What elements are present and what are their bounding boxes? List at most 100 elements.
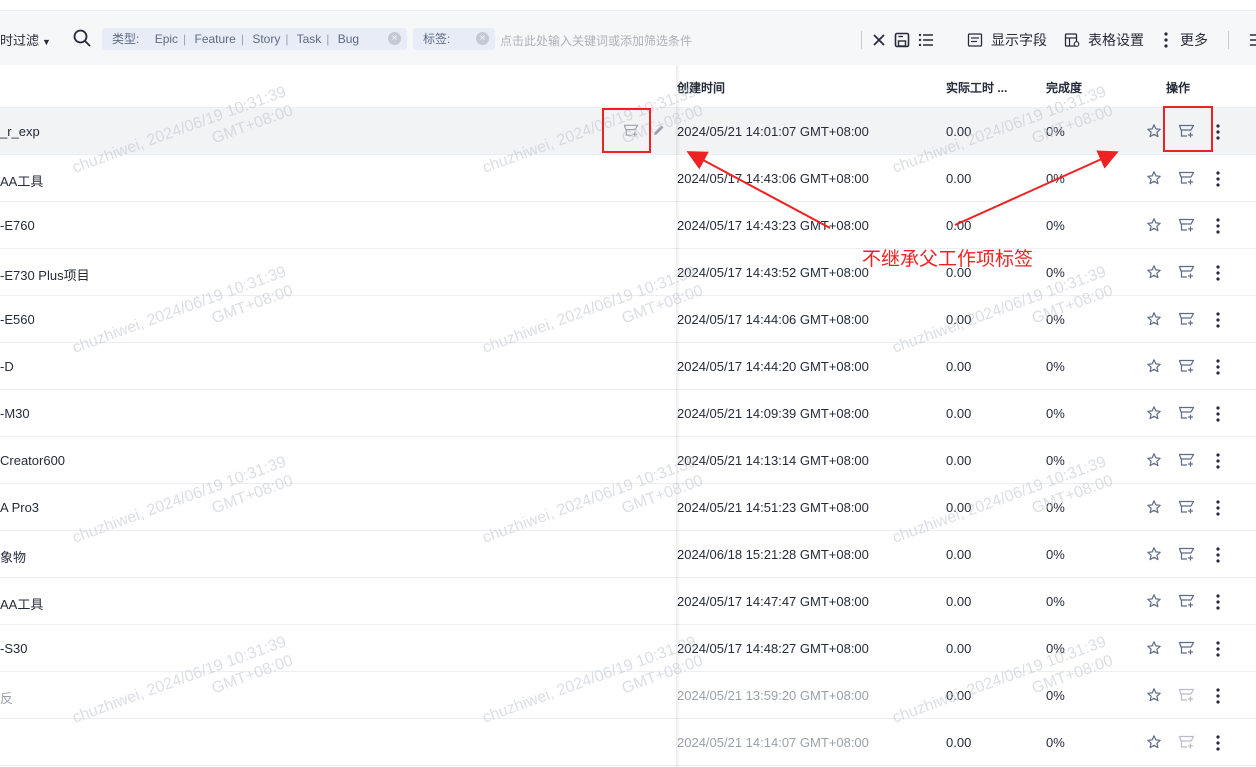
- list-icon[interactable]: [917, 31, 935, 49]
- add-tag-icon[interactable]: [1178, 405, 1195, 421]
- add-tag-icon[interactable]: [1178, 499, 1195, 515]
- row-actual-hours: 0.00: [946, 688, 972, 703]
- more-vertical-icon[interactable]: [1212, 123, 1224, 141]
- add-tag-icon[interactable]: [1178, 452, 1195, 468]
- col-actual-hours-header[interactable]: 实际工时 ...: [946, 79, 1007, 96]
- row-title[interactable]: -E730 Plus项目: [0, 265, 90, 284]
- show-fields-button[interactable]: 显示字段: [967, 30, 1047, 50]
- search-icon[interactable]: [72, 28, 92, 48]
- add-tag-icon[interactable]: [1178, 640, 1195, 656]
- star-icon[interactable]: [1146, 123, 1162, 139]
- annotation-highlight-box: [602, 108, 651, 153]
- table-row[interactable]: 象物 2024/06/18 15:21:28 GMT+08:00 0.00 0%: [0, 531, 1256, 578]
- more-vertical-icon[interactable]: [1212, 640, 1224, 658]
- row-created-time: 2024/05/17 14:47:47 GMT+08:00: [677, 594, 869, 609]
- table-row[interactable]: -M30 2024/05/21 14:09:39 GMT+08:00 0.00 0%: [0, 390, 1256, 437]
- add-tag-icon[interactable]: [1178, 311, 1195, 327]
- type-filter-chip[interactable]: 类型: Epic | Feature | Story | Task | Bug ×: [102, 28, 407, 50]
- row-title[interactable]: -E560: [0, 312, 35, 327]
- add-tag-icon[interactable]: [1178, 170, 1195, 186]
- row-title[interactable]: 象物: [0, 547, 26, 566]
- table-row[interactable]: -D 2024/05/17 14:44:20 GMT+08:00 0.00 0%: [0, 343, 1256, 390]
- row-title[interactable]: Creator600: [0, 453, 65, 468]
- star-icon[interactable]: [1146, 687, 1162, 703]
- row-progress: 0%: [1046, 312, 1065, 327]
- add-tag-icon[interactable]: [1178, 264, 1195, 280]
- row-progress: 0%: [1046, 547, 1065, 562]
- row-title[interactable]: _r_exp: [0, 124, 40, 139]
- more-vertical-icon[interactable]: [1212, 499, 1224, 517]
- more-vertical-icon[interactable]: [1212, 358, 1224, 376]
- star-icon[interactable]: [1146, 546, 1162, 562]
- edit-icon[interactable]: [652, 123, 666, 137]
- star-icon[interactable]: [1146, 452, 1162, 468]
- more-vertical-icon[interactable]: [1212, 546, 1224, 564]
- more-button[interactable]: 更多: [1160, 30, 1208, 50]
- row-title[interactable]: -E760: [0, 218, 35, 233]
- table-row[interactable]: Creator600 2024/05/21 14:13:14 GMT+08:00 0…: [0, 437, 1256, 484]
- table-row[interactable]: A Pro3 2024/05/21 14:51:23 GMT+08:00 0.00 0…: [0, 484, 1256, 531]
- add-tag-icon[interactable]: [1178, 734, 1195, 750]
- star-icon[interactable]: [1146, 734, 1162, 750]
- row-title[interactable]: A Pro3: [0, 500, 39, 515]
- add-tag-icon[interactable]: [1178, 217, 1195, 233]
- col-progress-header[interactable]: 完成度: [1046, 79, 1082, 96]
- chip-remove-icon[interactable]: ×: [476, 32, 489, 45]
- row-actual-hours: 0.00: [946, 500, 972, 515]
- filter-dropdown[interactable]: 时过滤 ▼: [0, 30, 51, 49]
- clear-icon[interactable]: [870, 31, 888, 49]
- table-row[interactable]: -E560 2024/05/17 14:44:06 GMT+08:00 0.00 0%: [0, 296, 1256, 343]
- star-icon[interactable]: [1146, 405, 1162, 421]
- row-title[interactable]: AA工具: [0, 594, 43, 613]
- row-created-time: 2024/05/21 14:09:39 GMT+08:00: [677, 406, 869, 421]
- star-icon[interactable]: [1146, 170, 1162, 186]
- row-progress: 0%: [1046, 218, 1065, 233]
- add-tag-icon[interactable]: [1178, 546, 1195, 562]
- more-vertical-icon[interactable]: [1212, 405, 1224, 423]
- row-title[interactable]: AA工具: [0, 171, 43, 190]
- more-vertical-icon[interactable]: [1212, 593, 1224, 611]
- table-row[interactable]: -E730 Plus项目 2024/05/17 14:43:52 GMT+08:0…: [0, 249, 1256, 296]
- star-icon[interactable]: [1146, 217, 1162, 233]
- col-created-header[interactable]: 创建时间: [677, 79, 725, 96]
- row-progress: 0%: [1046, 406, 1065, 421]
- chip-remove-icon[interactable]: ×: [388, 32, 401, 45]
- table-settings-button[interactable]: 表格设置: [1064, 30, 1144, 50]
- table-row[interactable]: -S30 2024/05/17 14:48:27 GMT+08:00 0.00 0%: [0, 625, 1256, 672]
- list-icon[interactable]: [1244, 31, 1256, 49]
- save-icon[interactable]: [893, 31, 911, 49]
- star-icon[interactable]: [1146, 311, 1162, 327]
- row-progress: 0%: [1046, 641, 1065, 656]
- table-row[interactable]: 反 2024/05/21 13:59:20 GMT+08:00 0.00 0%: [0, 672, 1256, 719]
- add-tag-icon[interactable]: [1178, 593, 1195, 609]
- more-vertical-icon[interactable]: [1212, 264, 1224, 282]
- more-vertical-icon[interactable]: [1212, 217, 1224, 235]
- more-vertical-icon[interactable]: [1212, 311, 1224, 329]
- more-vertical-icon[interactable]: [1212, 170, 1224, 188]
- row-title[interactable]: -S30: [0, 641, 27, 656]
- more-vertical-icon[interactable]: [1212, 734, 1224, 752]
- table-row[interactable]: AA工具 2024/05/17 14:43:06 GMT+08:00 0.00 0%: [0, 155, 1256, 202]
- tag-filter-chip[interactable]: 标签: ×: [413, 28, 495, 50]
- row-title[interactable]: -D: [0, 359, 14, 374]
- table-row[interactable]: AA工具 2024/05/17 14:47:47 GMT+08:00 0.00 0%: [0, 578, 1256, 625]
- add-tag-icon[interactable]: [1178, 358, 1195, 374]
- row-created-time: 2024/06/18 15:21:28 GMT+08:00: [677, 547, 869, 562]
- star-icon[interactable]: [1146, 640, 1162, 656]
- table-row[interactable]: -E760 2024/05/17 14:43:23 GMT+08:00 0.00 0%: [0, 202, 1256, 249]
- row-title[interactable]: 反: [0, 688, 13, 707]
- table-header: 创建时间 实际工时 ... 完成度 操作: [0, 65, 1256, 108]
- row-progress: 0%: [1046, 688, 1065, 703]
- star-icon[interactable]: [1146, 593, 1162, 609]
- star-icon[interactable]: [1146, 499, 1162, 515]
- star-icon[interactable]: [1146, 264, 1162, 280]
- row-title[interactable]: -M30: [0, 406, 30, 421]
- table-row[interactable]: 2024/05/21 14:14:07 GMT+08:00 0.00 0%: [0, 719, 1256, 766]
- search-input[interactable]: 点击此处输入关键词或添加筛选条件: [500, 32, 692, 49]
- add-tag-icon[interactable]: [1178, 687, 1195, 703]
- row-progress: 0%: [1046, 735, 1065, 750]
- star-icon[interactable]: [1146, 358, 1162, 374]
- more-vertical-icon[interactable]: [1212, 687, 1224, 705]
- row-progress: 0%: [1046, 359, 1065, 374]
- more-vertical-icon[interactable]: [1212, 452, 1224, 470]
